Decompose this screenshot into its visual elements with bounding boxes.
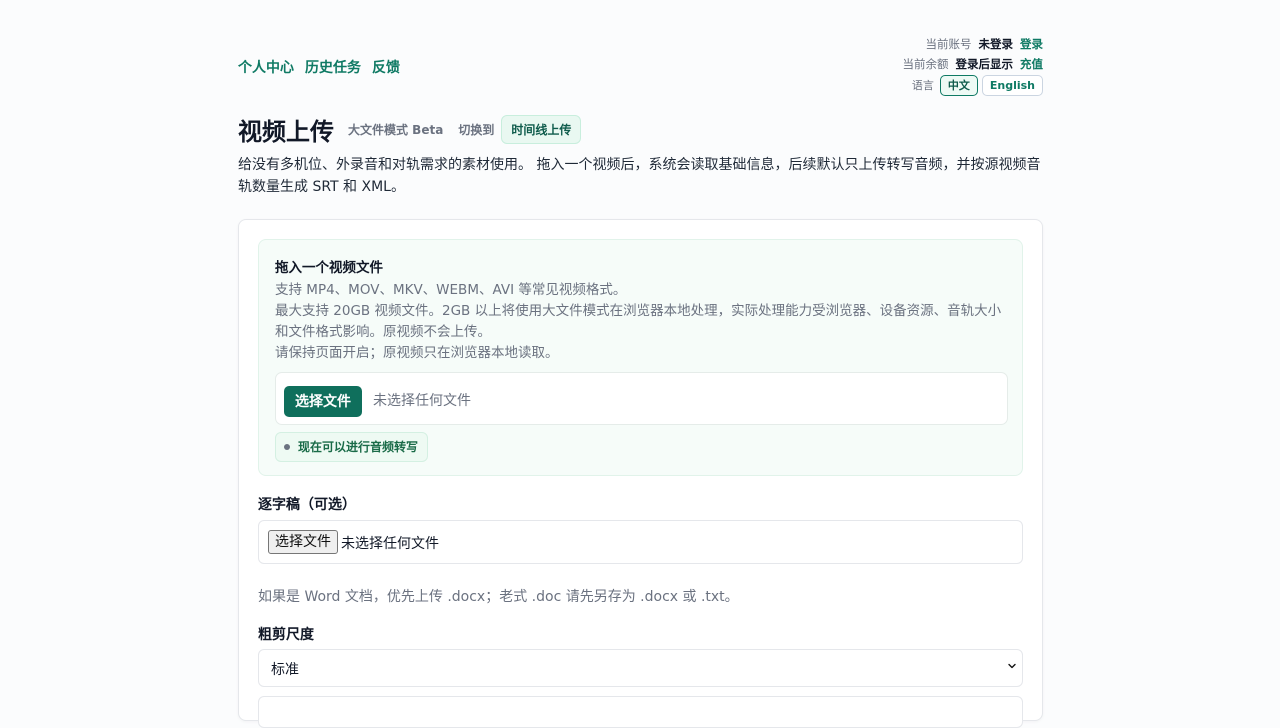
cut-scale-label: 粗剪尺度: [258, 627, 314, 643]
nav-history-link[interactable]: 历史任务: [305, 57, 361, 77]
dropzone-description: 支持 MP4、MOV、MKV、WEBM、AVI 等常见视频格式。 最大支持 20…: [275, 280, 1005, 364]
status-badge: 现在可以进行音频转写: [275, 432, 429, 462]
video-file-status: 未选择任何文件: [373, 393, 471, 409]
nav-feedback-link[interactable]: 反馈: [372, 57, 400, 77]
chevron-down-icon: [1008, 663, 1016, 669]
timeline-upload-button[interactable]: 时间线上传: [501, 114, 582, 144]
dropzone-title: 拖入一个视频文件: [275, 260, 383, 276]
transcript-file-input[interactable]: 选择文件 未选择任何文件: [258, 520, 1023, 564]
video-file-picker: 选择文件 未选择任何文件: [275, 372, 1008, 425]
dropzone-line-keep-open: 请保持页面开启；原视频只在浏览器本地读取。: [275, 345, 559, 361]
choose-transcript-button[interactable]: 选择文件: [268, 530, 338, 554]
top-bar: 个人中心 历史任务 反馈 当前账号 未登录 登录 当前余额 登录后显示 充值 语…: [238, 0, 1043, 110]
status-dot-icon: [284, 444, 290, 450]
balance-label: 当前余额: [902, 57, 949, 71]
transcript-file-status: 未选择任何文件: [341, 536, 439, 552]
account-label: 当前账号: [925, 37, 972, 51]
upload-card: 拖入一个视频文件 支持 MP4、MOV、MKV、WEBM、AVI 等常见视频格式…: [238, 219, 1043, 728]
language-row: 语言 中文 English: [903, 75, 1043, 96]
balance-value: 登录后显示: [955, 57, 1014, 71]
transcript-help: 如果是 Word 文档，优先上传 .docx；老式 .doc 请先另存为 .do…: [258, 589, 739, 605]
balance-row: 当前余额 登录后显示 充值: [903, 54, 1044, 74]
account-value: 未登录: [978, 37, 1014, 51]
account-panel: 当前账号 未登录 登录 当前余额 登录后显示 充值 语言 中文 English: [903, 34, 1044, 96]
cut-scale-select[interactable]: 标准: [258, 649, 1023, 687]
recharge-link[interactable]: 充值: [1020, 54, 1043, 74]
dropzone-line-formats: 支持 MP4、MOV、MKV、WEBM、AVI 等常见视频格式。: [275, 282, 627, 298]
page-title: 视频上传: [238, 117, 334, 146]
title-row: 视频上传 大文件模式 Beta 切换到 时间线上传: [238, 112, 1043, 146]
dropzone-line-size: 最大支持 20GB 视频文件。2GB 以上将使用大文件模式在浏览器本地处理，实际…: [275, 303, 1002, 340]
nav-profile-link[interactable]: 个人中心: [238, 57, 294, 77]
language-zh-button[interactable]: 中文: [939, 75, 978, 96]
mode-label: 大文件模式 Beta: [348, 122, 444, 137]
status-text: 现在可以进行音频转写: [298, 440, 419, 454]
next-field[interactable]: [258, 696, 1023, 728]
transcript-label: 逐字稿（可选）: [258, 497, 356, 513]
login-link[interactable]: 登录: [1020, 34, 1043, 54]
account-row: 当前账号 未登录 登录: [903, 34, 1044, 54]
video-dropzone[interactable]: 拖入一个视频文件 支持 MP4、MOV、MKV、WEBM、AVI 等常见视频格式…: [258, 239, 1023, 476]
cut-scale-value: 标准: [271, 662, 299, 678]
intro-text: 给没有多机位、外录音和对轨需求的素材使用。 拖入一个视频后，系统会读取基础信息，…: [238, 157, 1041, 195]
choose-video-button[interactable]: 选择文件: [284, 386, 362, 417]
top-nav: 个人中心 历史任务 反馈: [238, 57, 400, 77]
language-en-button[interactable]: English: [981, 75, 1043, 96]
page-container: 个人中心 历史任务 反馈 当前账号 未登录 登录 当前余额 登录后显示 充值 语…: [238, 0, 1043, 728]
switch-label: 切换到: [458, 122, 495, 137]
language-label: 语言: [911, 78, 934, 92]
